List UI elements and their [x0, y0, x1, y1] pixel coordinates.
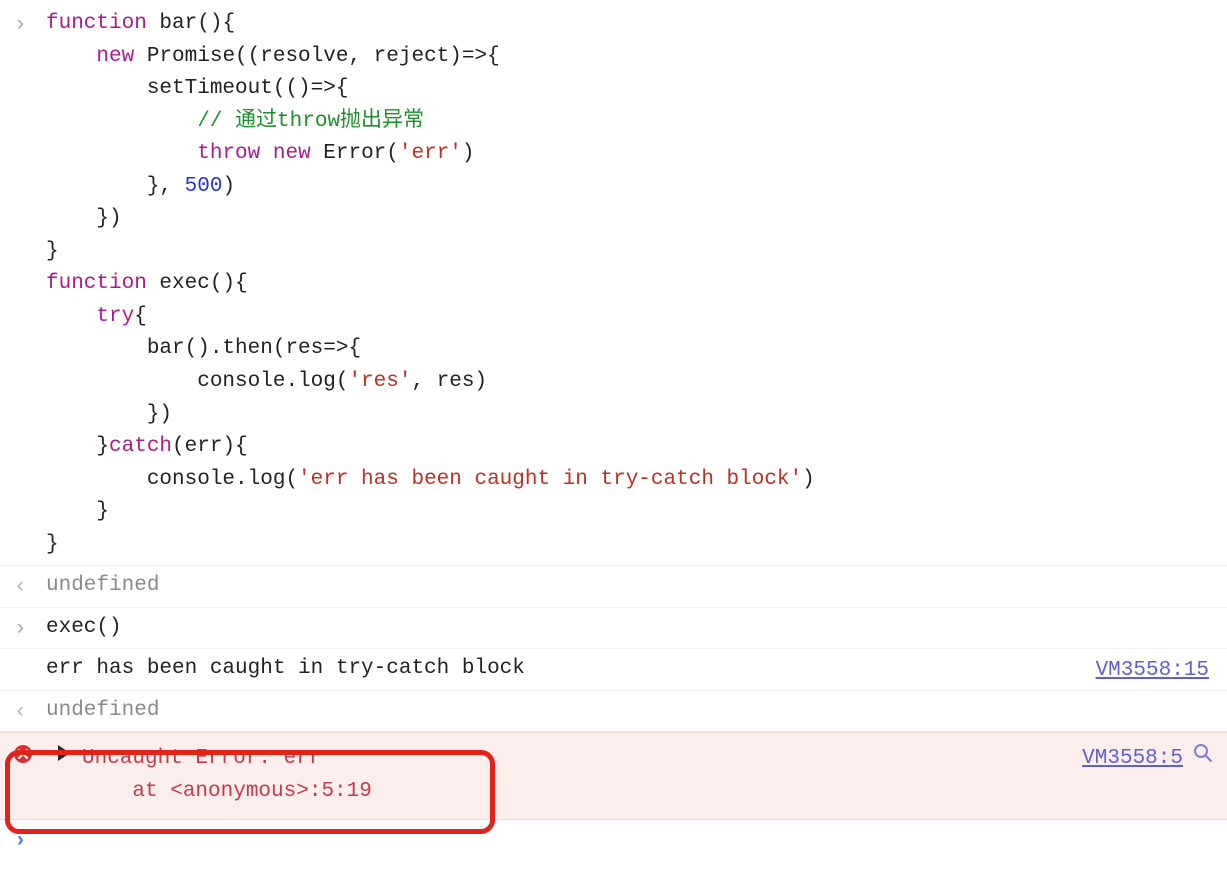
expand-triangle-icon[interactable] — [58, 745, 70, 761]
code-token: setTimeout(()=>{ — [46, 77, 348, 100]
code-token: bar().then(res=>{ — [46, 337, 361, 360]
code-token: ) — [802, 468, 815, 491]
error-icon — [14, 745, 32, 763]
code-token: new — [273, 142, 311, 165]
code-token: } — [46, 533, 59, 556]
code-token: ) — [222, 175, 235, 198]
code-token: try — [96, 305, 134, 328]
code-token — [46, 45, 96, 68]
source-link[interactable]: VM3558:5 — [1082, 743, 1183, 776]
code-token: ) — [462, 142, 475, 165]
code-token: bar(){ — [147, 12, 235, 35]
code-token: 'err' — [399, 142, 462, 165]
code-token: new — [96, 45, 134, 68]
code-token: throw — [197, 142, 260, 165]
code-token: , res) — [411, 370, 487, 393]
log-message: err has been caught in try-catch block — [46, 657, 525, 680]
code-token: (err){ — [172, 435, 248, 458]
code-token: { — [134, 305, 147, 328]
code-block[interactable]: function bar(){ new Promise((resolve, re… — [46, 8, 1219, 561]
code-token: // 通过throw抛出异常 — [197, 110, 424, 133]
code-token — [46, 142, 197, 165]
code-token: } — [46, 500, 109, 523]
code-token: exec(){ — [147, 272, 248, 295]
code-token: 'err has been caught in try-catch block' — [298, 468, 802, 491]
return-prompt-icon: ‹ — [14, 697, 40, 730]
code-token: } — [46, 435, 109, 458]
code-token: Promise((resolve, reject)=>{ — [134, 45, 499, 68]
code-token: function — [46, 272, 147, 295]
code-token: catch — [109, 435, 172, 458]
input-prompt-icon: › — [14, 614, 40, 647]
code-token: function — [46, 12, 147, 35]
source-link[interactable]: VM3558:15 — [1096, 655, 1209, 688]
console-error-entry: Uncaught Error: err at <anonymous>:5:19V… — [0, 732, 1227, 819]
code-token: console.log( — [46, 468, 298, 491]
console-input[interactable] — [46, 826, 1219, 861]
return-prompt-icon: ‹ — [14, 572, 40, 605]
code-token — [260, 142, 273, 165]
code-token: Error( — [311, 142, 399, 165]
code-token: }, — [46, 175, 185, 198]
console-input-entry: › exec() — [0, 608, 1227, 650]
code-token: }) — [46, 207, 122, 230]
console-return-entry: ‹ undefined — [0, 691, 1227, 733]
code-token: exec() — [46, 616, 122, 639]
console-log-entry: err has been caught in try-catch block VM… — [0, 649, 1227, 691]
console-input-entry: ›function bar(){ new Promise((resolve, r… — [0, 4, 1227, 566]
console-return-entry: ‹ undefined — [0, 566, 1227, 608]
code-token — [46, 110, 197, 133]
code-token: } — [46, 240, 59, 263]
input-prompt-icon: › — [14, 10, 40, 43]
console-prompt-row[interactable]: › — [0, 820, 1227, 867]
code-block[interactable]: exec() — [46, 612, 1219, 645]
devtools-console: ›function bar(){ new Promise((resolve, r… — [0, 0, 1227, 866]
code-token: 500 — [185, 175, 223, 198]
error-message: Uncaught Error: err at <anonymous>:5:19 — [82, 743, 1219, 808]
return-value: undefined — [46, 699, 159, 722]
code-token: }) — [46, 403, 172, 426]
code-token: 'res' — [348, 370, 411, 393]
input-prompt-icon: › — [14, 826, 40, 859]
search-icon[interactable] — [1193, 743, 1213, 763]
code-token: console.log( — [46, 370, 348, 393]
return-value: undefined — [46, 574, 159, 597]
code-token — [46, 305, 96, 328]
